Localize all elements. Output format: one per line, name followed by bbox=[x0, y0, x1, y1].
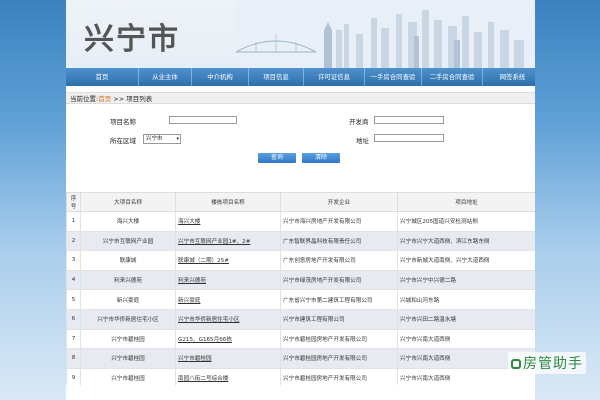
watermark: 房管助手 bbox=[508, 352, 586, 374]
project-name-label: 项目名称 bbox=[110, 118, 136, 126]
col-header-developer: 开发企业 bbox=[280, 192, 398, 212]
cell-project: 利来兴德苑 bbox=[80, 269, 176, 291]
breadcrumb-home-link[interactable]: 首页 bbox=[98, 95, 111, 103]
cell-index: 3 bbox=[66, 250, 81, 271]
cell-project: 兴宁市碧桂园 bbox=[80, 348, 176, 369]
cell-developer: 广东智联界晶科技有限责任公司 bbox=[280, 230, 398, 252]
cell-building-link[interactable]: 联康城（二期）25# bbox=[175, 250, 281, 271]
nav-item-new-contract-check[interactable]: 一手房合同查验 bbox=[365, 68, 422, 86]
cell-developer: 兴宁市碧桂园房地产开发有限公司 bbox=[280, 348, 398, 369]
region-select-value: 兴宁市 bbox=[146, 136, 163, 142]
cell-building-link[interactable]: G215、G165月66栋 bbox=[175, 328, 281, 350]
cell-address: 兴城和山河东路 bbox=[397, 289, 535, 310]
cell-index: 2 bbox=[66, 230, 81, 252]
cell-developer: 兴宁市绿茂房地产开发有限公司 bbox=[280, 269, 398, 291]
nav-item-agencies[interactable]: 中介机构 bbox=[192, 68, 249, 86]
col-header-index: 序号 bbox=[66, 192, 81, 212]
project-table: 序号 大项目名称 楼栋项目名称 开发企业 项目地址 1 海兴大楼 海兴大楼 兴宁市海兴… bbox=[66, 192, 535, 400]
watermark-text: 房管助手 bbox=[523, 356, 583, 372]
cell-address: 兴宁市兴田二路温水塘 bbox=[397, 308, 535, 330]
developer-label: 开发商 bbox=[349, 118, 369, 126]
nav-item-signing-system[interactable]: 网签系统 bbox=[483, 68, 535, 86]
nav-item-licenses[interactable]: 许可证信息 bbox=[304, 68, 365, 86]
cell-project: 海兴大楼 bbox=[80, 211, 176, 232]
cell-building-link[interactable]: 兴宁市互联网产业园1#、2# bbox=[175, 230, 281, 252]
region-label: 所在区域 bbox=[110, 137, 136, 145]
city-skyline-image bbox=[236, 0, 535, 68]
cell-index: 8 bbox=[66, 348, 81, 369]
cell-building-link[interactable]: 兴宁市碧桂园 bbox=[175, 348, 281, 369]
cell-address: 兴宁城区205国道兴安检测站侧 bbox=[397, 211, 535, 232]
nav-item-entities[interactable]: 从业主体 bbox=[139, 68, 192, 86]
table-row: 3 联康城 联康城（二期）25# 广东创意房地产开发有限公司 兴宁市新城大道南侧、兴宁大… bbox=[66, 250, 535, 271]
region-select[interactable]: 兴宁市 ▾ bbox=[143, 134, 181, 144]
table-row: 8 兴宁市碧桂园 兴宁市碧桂园 兴宁市碧桂园房地产开发有限公司 兴宁市兴南大道西侧 bbox=[66, 348, 535, 369]
project-name-input[interactable] bbox=[169, 116, 237, 124]
cell-project: 新兴豪庭 bbox=[80, 289, 176, 310]
nav-item-projects[interactable]: 项目信息 bbox=[249, 68, 304, 86]
nav-item-resale-contract-check[interactable]: 二手房合同查验 bbox=[422, 68, 483, 86]
address-input[interactable] bbox=[374, 134, 444, 142]
cell-project: 兴宁市互联网产业园 bbox=[80, 230, 176, 252]
nav-item-home[interactable]: 首页 bbox=[66, 68, 139, 86]
cell-project: 联康城 bbox=[80, 250, 176, 271]
table-row: 5 新兴豪庭 新兴豪庭 广东省兴宁市第二建筑工程有限公司 兴城和山河东路 bbox=[66, 289, 535, 310]
main-nav: 首页 从业主体 中介机构 项目信息 许可证信息 一手房合同查验 二手房合同查验 … bbox=[66, 68, 535, 86]
query-button[interactable]: 查询 bbox=[258, 153, 296, 163]
cell-project: 兴宁市碧桂园 bbox=[80, 328, 176, 350]
table-row: 6 兴宁市华侨新居住宅小区 兴宁市华侨新居住宅小区 兴宁市建筑工程有限公司 兴宁市兴田二… bbox=[66, 308, 535, 330]
cell-developer: 兴宁市碧桂园房地产开发有限公司 bbox=[280, 328, 398, 350]
cell-index: 1 bbox=[66, 211, 81, 232]
col-header-building: 楼栋项目名称 bbox=[175, 192, 281, 212]
cell-building-link[interactable]: 海兴大楼 bbox=[175, 211, 281, 232]
cell-building-link[interactable]: 新兴豪庭 bbox=[175, 289, 281, 310]
table-row: 2 兴宁市互联网产业园 兴宁市互联网产业园1#、2# 广东智联界晶科技有限责任公司 兴宁… bbox=[66, 230, 535, 252]
site-logo: 兴宁市 bbox=[84, 22, 180, 57]
breadcrumb: 当前位置:首页 >> 项目列表 bbox=[66, 92, 535, 104]
header-banner: 兴宁市 bbox=[66, 0, 535, 68]
cell-address: 兴宁市兴宁中兴德二路 bbox=[397, 269, 535, 291]
cell-address: 兴宁市兴南大道西侧 bbox=[397, 328, 535, 350]
cell-developer: 兴宁市海兴房地产开发有限公司 bbox=[280, 211, 398, 232]
cell-index: 5 bbox=[66, 289, 81, 310]
breadcrumb-current: 项目列表 bbox=[126, 95, 153, 103]
cell-address: 兴宁市新城大道南侧、兴宁大道西侧 bbox=[397, 250, 535, 271]
chevron-down-icon: ▾ bbox=[176, 136, 179, 142]
table-row: 4 利来兴德苑 利来兴德苑 兴宁市绿茂房地产开发有限公司 兴宁市兴宁中兴德二路 bbox=[66, 269, 535, 291]
cell-address: 兴宁市兴宁大道西侧、滨江东路东侧 bbox=[397, 230, 535, 252]
breadcrumb-separator: >> bbox=[111, 95, 127, 103]
breadcrumb-prefix: 当前位置: bbox=[70, 95, 99, 103]
cell-developer: 兴宁市建筑工程有限公司 bbox=[280, 308, 398, 330]
address-label: 地址 bbox=[356, 137, 369, 145]
table-row: 7 兴宁市碧桂园 G215、G165月66栋 兴宁市碧桂园房地产开发有限公司 兴宁市兴南… bbox=[66, 328, 535, 350]
cell-developer: 广东创意房地产开发有限公司 bbox=[280, 250, 398, 271]
cell-index: 7 bbox=[66, 328, 81, 350]
developer-input[interactable] bbox=[374, 116, 444, 124]
house-icon bbox=[511, 359, 521, 369]
cell-project: 兴宁市华侨新居住宅小区 bbox=[80, 308, 176, 330]
page-container: 兴宁市 首页 从业主体 中介机构 项目信息 许可证信息 一手房合同查验 二手房合… bbox=[66, 0, 535, 400]
cell-building-link[interactable]: 利来兴德苑 bbox=[175, 269, 281, 291]
table-row: 1 海兴大楼 海兴大楼 兴宁市海兴房地产开发有限公司 兴宁城区205国道兴安检测站侧 bbox=[66, 211, 535, 232]
clear-button[interactable]: 清除 bbox=[302, 153, 340, 163]
cell-index: 4 bbox=[66, 269, 81, 291]
cell-developer: 广东省兴宁市第二建筑工程有限公司 bbox=[280, 289, 398, 310]
table-header-row: 序号 大项目名称 楼栋项目名称 开发企业 项目地址 bbox=[66, 192, 535, 212]
col-header-address: 项目地址 bbox=[397, 192, 535, 212]
cell-building-link[interactable]: 兴宁市华侨新居住宅小区 bbox=[175, 308, 281, 330]
col-header-project: 大项目名称 bbox=[80, 192, 176, 212]
cell-index: 6 bbox=[66, 308, 81, 330]
